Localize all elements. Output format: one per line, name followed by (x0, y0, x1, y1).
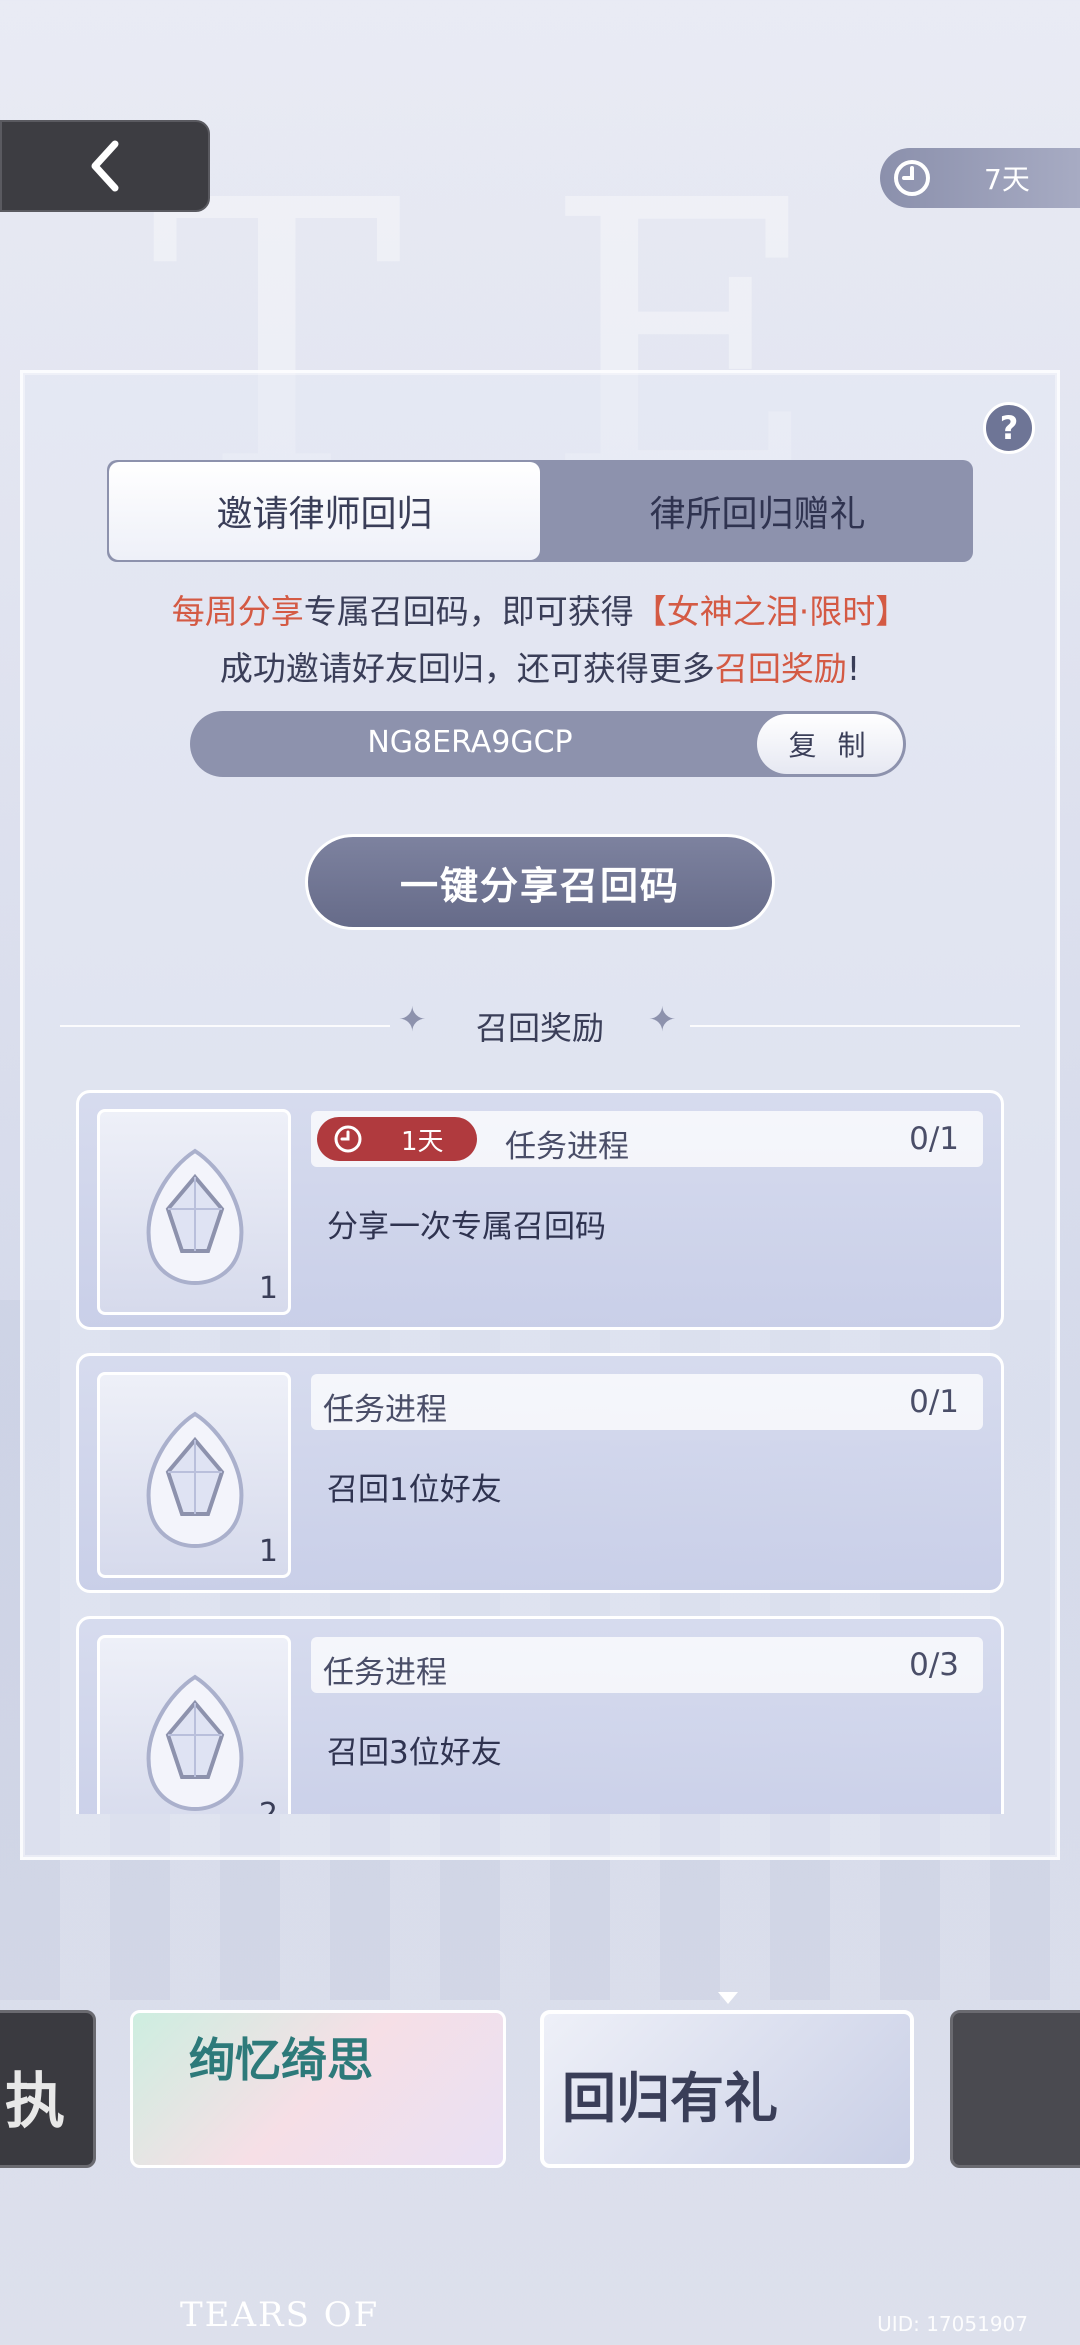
description-line-2: 成功邀请好友回归，还可获得更多召回奖励! (219, 649, 861, 688)
reward-count: 1 (258, 1534, 278, 1569)
task-item: 2 任务进程 0/3 召回3位好友 (76, 1616, 1004, 1814)
help-button[interactable]: ? (983, 402, 1035, 454)
crystal-gem-icon (146, 1674, 244, 1812)
progress-label: 任务进程 (505, 1129, 629, 1165)
tab-bar: 邀请律师回归 律所回归赠礼 (107, 460, 973, 562)
task-item: 1 任务进程 0/1 召回1位好友 (76, 1353, 1004, 1593)
reward-item[interactable]: 1 (97, 1109, 291, 1315)
help-icon: ? (999, 409, 1019, 447)
recall-code-value: NG8ERA9GCP (367, 725, 573, 760)
description-line-1: 每周分享专属召回码，即可获得【女神之泪·限时】 (171, 592, 909, 631)
task-header: 任务进程 0/3 (311, 1637, 983, 1693)
recall-code-field: NG8ERA9GCP 复 制 (190, 711, 906, 777)
task-name: 分享一次专属召回码 (327, 1209, 606, 1245)
reward-count: 1 (258, 1271, 278, 1306)
event-card-selected[interactable]: 回归有礼 (540, 2010, 914, 2168)
sparkle-icon: ✦ (648, 1000, 677, 1040)
tab-return-gift[interactable]: 律所回归赠礼 (542, 460, 973, 562)
time-limit-badge: 1天 (317, 1117, 477, 1161)
progress-value: 0/1 (909, 1121, 959, 1157)
task-list: 1 1天 任务进程 0/1 分享一次专属召回码 1 任务进程 0/1 召回1位好… (76, 1090, 1004, 1814)
crystal-gem-icon (146, 1148, 244, 1286)
crystal-gem-icon (146, 1411, 244, 1549)
event-card[interactable] (950, 2010, 1080, 2168)
task-header: 任务进程 0/1 (311, 1374, 983, 1430)
share-code-button[interactable]: 一键分享召回码 (305, 834, 775, 930)
footer-logo-text: TEARS OF (180, 2295, 380, 2335)
progress-value: 0/1 (909, 1384, 959, 1420)
task-item: 1 1天 任务进程 0/1 分享一次专属召回码 (76, 1090, 1004, 1330)
clock-icon (334, 1125, 362, 1153)
reward-count: 2 (259, 1797, 278, 1814)
back-button[interactable] (0, 120, 210, 212)
event-card[interactable]: 绚忆绮思 (130, 2010, 506, 2168)
task-name: 召回1位好友 (327, 1472, 502, 1508)
reward-item[interactable]: 2 (97, 1635, 291, 1814)
timer-text: 7天 (984, 163, 1030, 196)
divider-right (690, 1025, 1020, 1027)
event-carousel: 执 绚忆绮思 回归有礼 (0, 1990, 1080, 2190)
tab-invite-lawyer[interactable]: 邀请律师回归 (109, 462, 540, 560)
copy-button[interactable]: 复 制 (757, 714, 903, 774)
clock-icon (894, 160, 930, 196)
chevron-left-icon (91, 140, 119, 192)
progress-label: 任务进程 (323, 1655, 447, 1691)
task-header: 1天 任务进程 0/1 (311, 1111, 983, 1167)
event-card[interactable]: 执 (0, 2010, 96, 2168)
progress-value: 0/3 (909, 1647, 959, 1683)
event-timer: 7天 (880, 148, 1080, 208)
task-name: 召回3位好友 (327, 1735, 502, 1771)
user-id: UID: 17051907 (877, 2312, 1028, 2336)
progress-label: 任务进程 (323, 1392, 447, 1428)
reward-item[interactable]: 1 (97, 1372, 291, 1578)
